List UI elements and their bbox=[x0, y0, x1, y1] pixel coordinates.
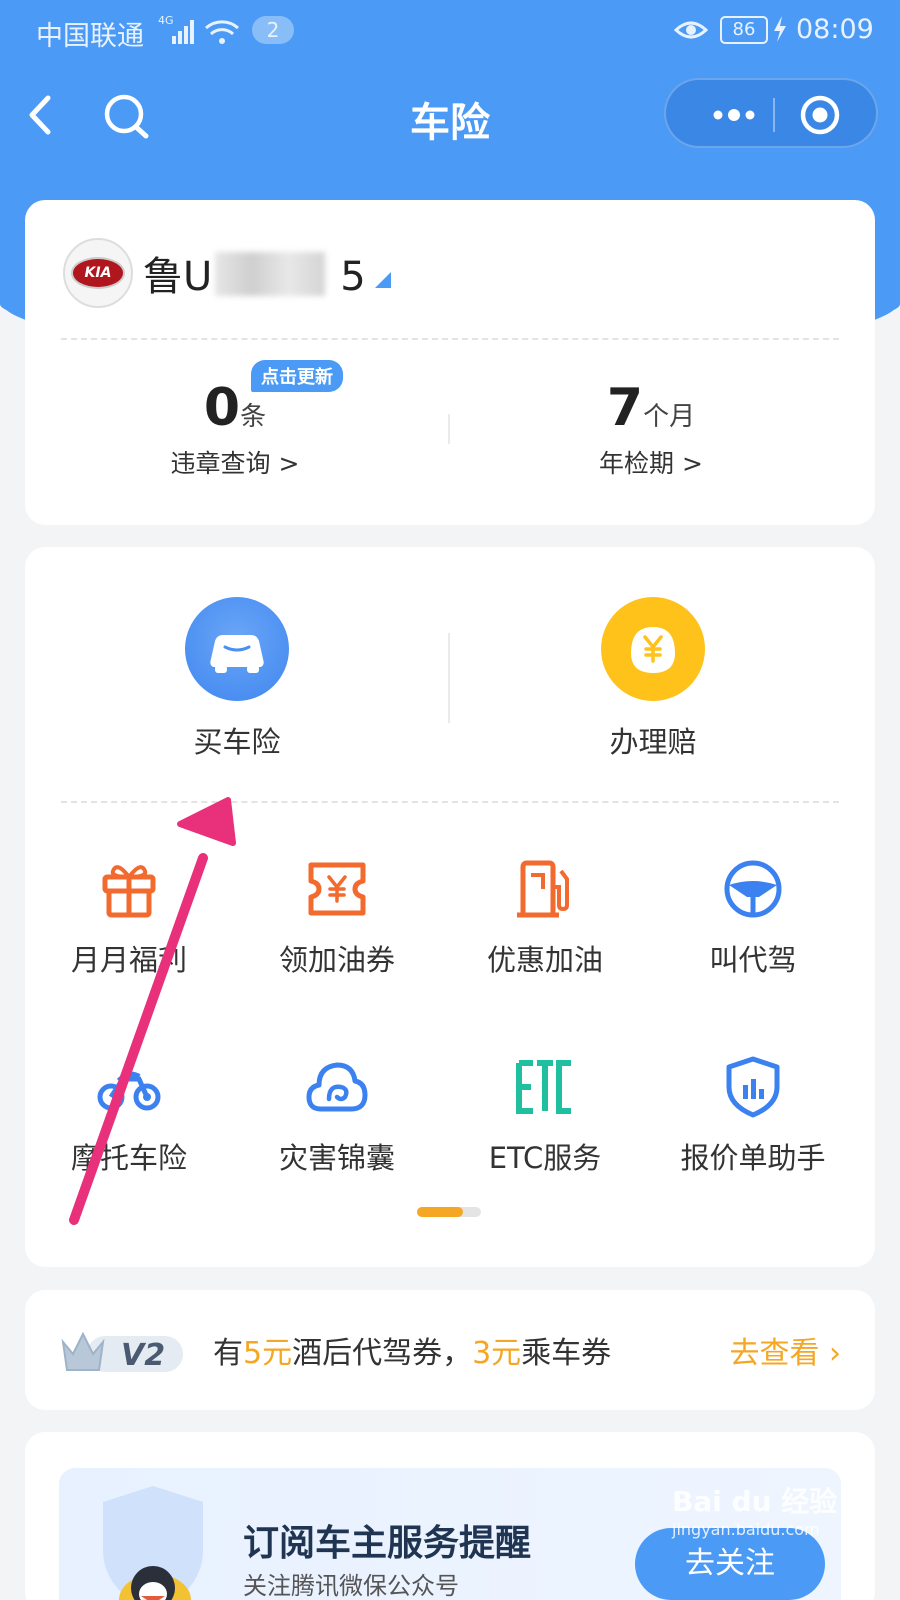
brand-logo-text: KIA bbox=[71, 257, 125, 289]
car-icon bbox=[185, 597, 289, 701]
violation-stat[interactable]: 0条 违章查询 > bbox=[85, 378, 385, 480]
grid-item-label: 灾害锦囊 bbox=[278, 1141, 395, 1175]
eye-icon bbox=[673, 14, 709, 51]
inspection-link: 年检期 > bbox=[599, 449, 703, 478]
inspection-value: 7 bbox=[606, 378, 644, 438]
etc-icon bbox=[516, 1060, 571, 1114]
grid-item-motorcycle-insurance[interactable]: 摩托车险 bbox=[29, 1055, 229, 1177]
network-type: 4G bbox=[158, 14, 174, 27]
stat-divider bbox=[448, 414, 450, 444]
notification-badge: 2 bbox=[252, 16, 294, 44]
plate-prefix: 鲁U bbox=[143, 254, 213, 300]
battery-level: 86 bbox=[720, 16, 768, 44]
plate-redaction bbox=[215, 252, 325, 296]
member-benefit-banner[interactable]: V2 有5元酒后代驾券，3元乘车券 去查看 › bbox=[25, 1290, 875, 1410]
target-icon bbox=[800, 95, 840, 135]
divider bbox=[61, 338, 839, 340]
page-indicator-active bbox=[417, 1207, 464, 1217]
member-level-badge: V2 bbox=[57, 1320, 187, 1380]
member-benefit-text: 有5元酒后代驾券，3元乘车券 bbox=[213, 1336, 612, 1371]
shield-chart-icon bbox=[726, 1056, 780, 1118]
charging-icon bbox=[772, 14, 788, 51]
claim-label: 办理赔 bbox=[609, 725, 697, 759]
buy-insurance-button[interactable]: 买车险 bbox=[117, 597, 357, 761]
grid-item-quote-assistant[interactable]: 报价单助手 bbox=[653, 1055, 853, 1177]
signal-icon: 4G bbox=[158, 12, 244, 55]
capsule-divider bbox=[773, 98, 775, 132]
fuel-pump-icon bbox=[517, 860, 569, 918]
vehicle-card: KIA 鲁U 5 点击更新 0条 违章查询 > 7个月 年检期 > bbox=[25, 200, 875, 525]
nav-bar: 车险 bbox=[0, 72, 900, 158]
inspection-stat[interactable]: 7个月 年检期 > bbox=[501, 378, 801, 480]
dropdown-corner-icon[interactable] bbox=[375, 272, 391, 288]
close-miniapp-button[interactable] bbox=[798, 93, 842, 137]
more-button[interactable] bbox=[698, 100, 768, 130]
primary-divider bbox=[448, 633, 450, 723]
page-indicator bbox=[417, 1207, 481, 1217]
watermark-text: Bai du 经验 bbox=[672, 1485, 838, 1518]
grid-item-designated-driver[interactable]: 叫代驾 bbox=[653, 857, 853, 979]
subscribe-title: 订阅车主服务提醒 bbox=[243, 1523, 532, 1564]
violation-count: 0 bbox=[203, 378, 241, 438]
plate-suffix: 5 bbox=[340, 254, 366, 300]
grid-item-label: 摩托车险 bbox=[70, 1141, 187, 1175]
status-bar: 中国联通 4G 2 86 08:09 bbox=[0, 0, 900, 62]
motorcycle-icon bbox=[97, 1071, 161, 1111]
yen-coin-icon bbox=[601, 597, 705, 701]
miniapp-capsule bbox=[664, 78, 878, 148]
grid-item-label: 月月福利 bbox=[70, 943, 187, 977]
claim-button[interactable]: 办理赔 bbox=[533, 597, 773, 761]
services-card: 买车险 办理赔 月月福利 领加油券 优惠加油 叫代驾 摩托车险 灾害锦囊 ETC… bbox=[25, 547, 875, 1267]
fuel-coupon-icon bbox=[308, 862, 366, 916]
subscribe-description: 关注腾讯微保公众号 bbox=[243, 1572, 459, 1600]
divider bbox=[61, 801, 839, 803]
inspection-unit: 个月 bbox=[643, 402, 696, 432]
grid-item-fuel-coupon[interactable]: 领加油券 bbox=[237, 857, 437, 979]
car-brand-logo: KIA bbox=[63, 238, 133, 308]
violation-query-link: 违章查询 > bbox=[170, 449, 300, 478]
grid-item-label: 叫代驾 bbox=[709, 943, 797, 977]
buy-insurance-label: 买车险 bbox=[193, 725, 281, 759]
grid-item-label: 优惠加油 bbox=[486, 943, 603, 977]
clock: 08:09 bbox=[796, 14, 874, 45]
more-icon bbox=[713, 109, 755, 121]
grid-item-label: ETC服务 bbox=[488, 1141, 602, 1175]
cloud-icon bbox=[306, 1062, 368, 1112]
grid-item-label: 领加油券 bbox=[278, 943, 395, 977]
grid-item-etc-service[interactable]: ETC服务 bbox=[445, 1055, 645, 1177]
violation-unit: 条 bbox=[240, 402, 267, 432]
carrier-name: 中国联通 bbox=[36, 21, 144, 52]
watermark-url: jingyan.baidu.com bbox=[672, 1520, 820, 1539]
gift-icon bbox=[102, 865, 156, 918]
grid-item-discount-fuel[interactable]: 优惠加油 bbox=[445, 857, 645, 979]
watermark: Bai du 经验 jingyan.baidu.com bbox=[672, 1480, 837, 1539]
grid-item-disaster-guide[interactable]: 灾害锦囊 bbox=[237, 1055, 437, 1177]
view-benefits-link[interactable]: 去查看 › bbox=[729, 1328, 841, 1372]
crown-icon: V2 bbox=[61, 1331, 183, 1373]
mascot-shield-icon bbox=[103, 1486, 203, 1600]
steering-wheel-icon bbox=[724, 860, 782, 918]
grid-item-label: 报价单助手 bbox=[680, 1141, 826, 1175]
grid-item-monthly-benefits[interactable]: 月月福利 bbox=[29, 857, 229, 979]
member-level: V2 bbox=[121, 1338, 165, 1373]
